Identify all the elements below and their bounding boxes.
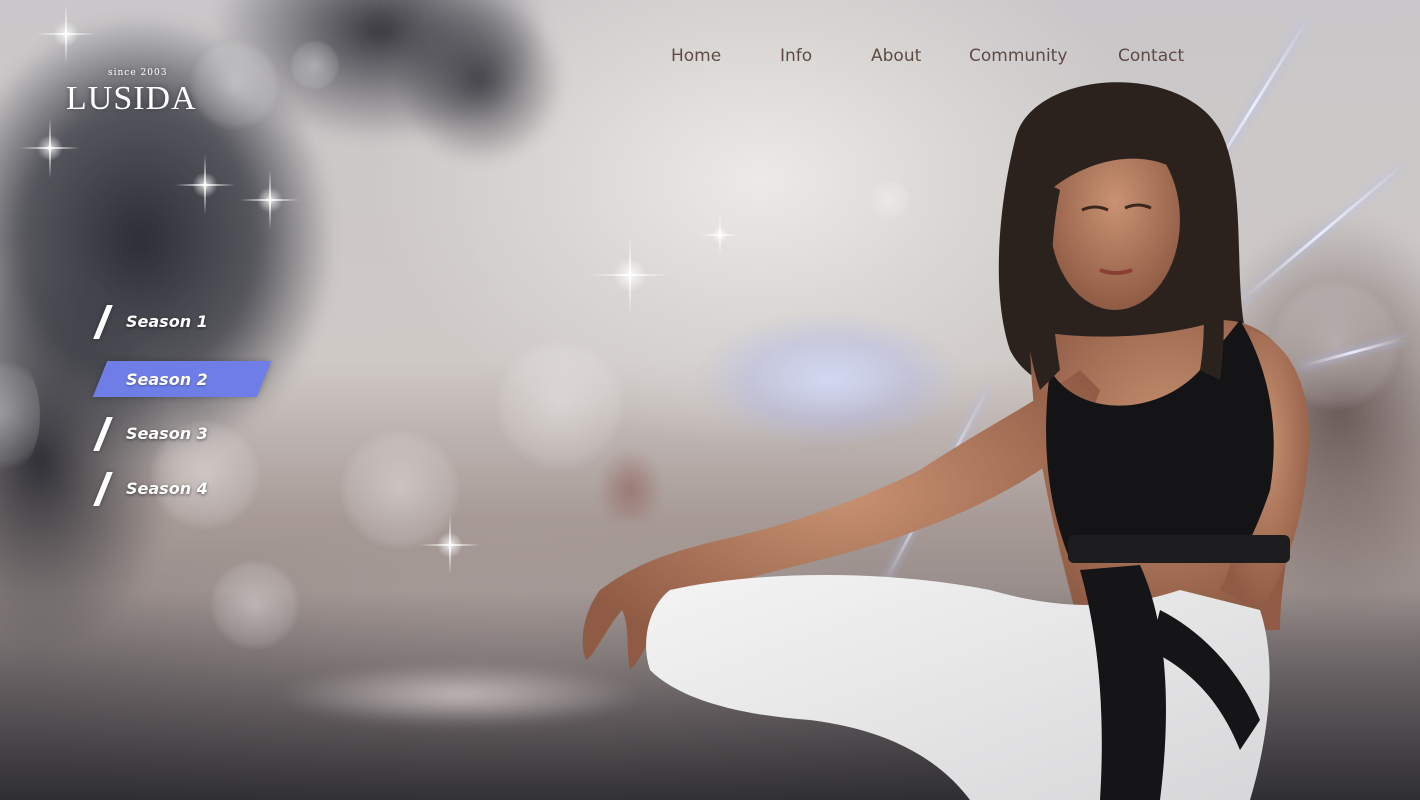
- model-figure: [582, 82, 1310, 800]
- bokeh-light: [210, 560, 300, 650]
- nav-about[interactable]: About: [871, 46, 921, 66]
- season-label: Season 4: [126, 479, 208, 498]
- season-label: Season 3: [126, 424, 208, 443]
- slash-icon: [93, 472, 113, 506]
- logo-name: LUSIDA: [66, 80, 197, 117]
- sparkle: [175, 155, 235, 215]
- slash-icon: [93, 305, 113, 339]
- sparkle: [20, 118, 80, 178]
- season-3-item[interactable]: Season 3: [92, 415, 272, 451]
- sparkle: [240, 170, 300, 230]
- season-label: Season 1: [126, 312, 208, 331]
- season-2-item[interactable]: Season 2: [92, 361, 272, 397]
- sparkle: [420, 515, 480, 575]
- top-navigation: Home Info About Community Contact: [0, 46, 1420, 70]
- season-4-item[interactable]: Season 4: [92, 470, 272, 506]
- season-label: Season 2: [126, 370, 208, 389]
- nav-info[interactable]: Info: [780, 46, 812, 66]
- nav-home[interactable]: Home: [671, 46, 721, 66]
- nav-contact[interactable]: Contact: [1118, 46, 1184, 66]
- nav-community[interactable]: Community: [969, 46, 1067, 66]
- season-1-item[interactable]: Season 1: [92, 303, 272, 339]
- slash-icon: [93, 417, 113, 451]
